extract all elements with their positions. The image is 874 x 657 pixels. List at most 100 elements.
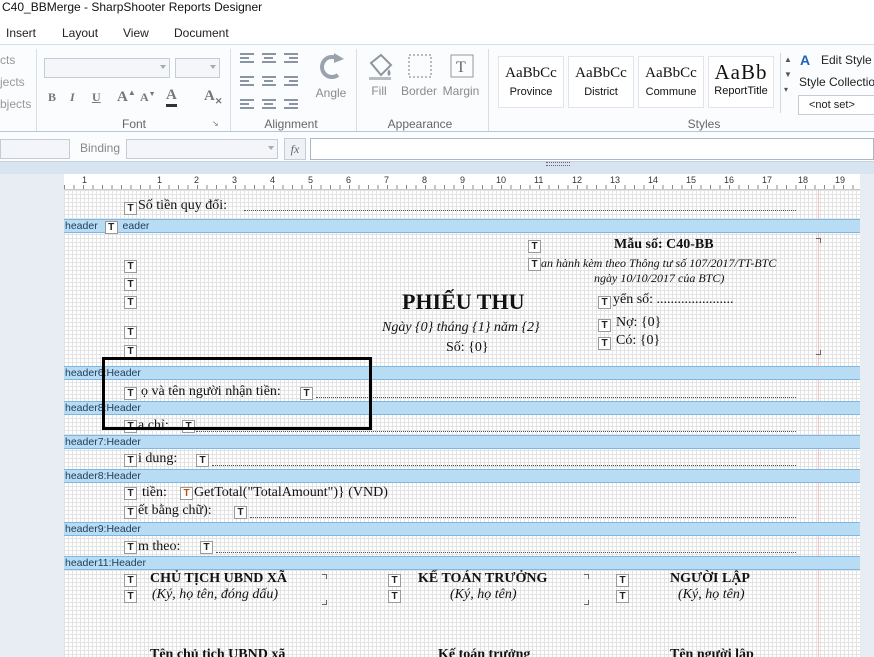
content-label[interactable]: i dung: — [138, 451, 177, 467]
align-bottom-right-icon[interactable] — [284, 99, 298, 111]
gallery-more-icon[interactable]: ▾ — [781, 85, 794, 94]
signature-accountant-title[interactable]: KẾ TOÁN TRƯỞNG — [418, 571, 547, 587]
textbox-marker[interactable]: T — [124, 278, 137, 291]
textbox-marker[interactable]: T — [124, 541, 137, 554]
textbox-marker[interactable]: T — [528, 258, 541, 271]
signature-preparer-title[interactable]: NGƯỜI LẬP — [670, 571, 750, 587]
textbox-marker[interactable]: T — [124, 454, 137, 467]
grow-font-icon[interactable]: A▲ — [117, 88, 136, 106]
band-header8-amount[interactable]: header8:Header — [64, 469, 860, 483]
in-words-label[interactable]: ết bằng chữ): — [138, 503, 212, 519]
textbox-marker[interactable]: T — [124, 202, 137, 215]
align-middle-center-icon[interactable] — [262, 76, 276, 88]
textbox-marker[interactable]: T — [598, 337, 611, 350]
signature-accountant-note[interactable]: (Ký, họ tên) — [450, 587, 516, 603]
ribbon-left-item-1[interactable]: cts — [0, 53, 15, 67]
textbox-marker[interactable]: T — [124, 487, 137, 500]
exchange-amount-label[interactable]: Số tiền quy đổi: — [138, 198, 227, 214]
date-line[interactable]: Ngày {0} tháng {1} năm {2} — [382, 320, 540, 336]
textbox-marker[interactable]: T — [598, 319, 611, 332]
gallery-up-icon[interactable]: ▲ — [781, 55, 794, 64]
attached-textbox[interactable]: T — [200, 541, 213, 554]
number-line[interactable]: Số: {0} — [446, 340, 489, 356]
textbox-marker[interactable]: T — [598, 296, 611, 309]
amount-expression[interactable]: GetTotal("TotalAmount")} (VND) — [194, 485, 388, 501]
band-header[interactable]: header T eader — [64, 219, 860, 234]
font-name-combo[interactable] — [44, 58, 170, 78]
style-report-title[interactable]: AaBb ReportTitle — [708, 56, 774, 108]
binding-combo[interactable] — [126, 139, 278, 159]
textbox-marker[interactable]: T — [124, 506, 137, 519]
accountant-name[interactable]: Kế toán trưởng — [438, 647, 530, 657]
align-top-center-icon[interactable] — [262, 53, 276, 65]
style-commune[interactable]: AaBbCc Commune — [638, 56, 704, 108]
fill-button[interactable]: Fill — [362, 51, 396, 98]
textbox-marker[interactable]: T — [124, 296, 137, 309]
style-district[interactable]: AaBbCc District — [568, 56, 634, 108]
gallery-down-icon[interactable]: ▼ — [781, 70, 794, 79]
menu-document[interactable]: Document — [174, 26, 229, 40]
fx-button[interactable]: fx — [284, 138, 306, 160]
style-collection-button[interactable]: Style Collection — [799, 75, 874, 89]
align-middle-left-icon[interactable] — [240, 76, 254, 88]
textbox-marker[interactable]: T — [124, 590, 137, 603]
splitter-grip[interactable] — [546, 162, 570, 166]
align-bottom-left-icon[interactable] — [240, 99, 254, 111]
clear-format-icon[interactable]: A✕ — [204, 88, 222, 107]
textbox-marker[interactable]: T — [528, 240, 541, 253]
border-button[interactable]: Border — [400, 51, 438, 98]
menu-layout[interactable]: Layout — [62, 26, 98, 40]
align-middle-right-icon[interactable] — [284, 76, 298, 88]
textbox-marker[interactable]: T — [124, 326, 137, 339]
italic-button[interactable]: I — [70, 90, 75, 105]
receipt-title[interactable]: PHIẾU THU — [402, 289, 524, 315]
dialog-launcher-icon[interactable]: ↘ — [212, 119, 219, 128]
preparer-name[interactable]: Tên người lập — [670, 647, 754, 657]
underline-button[interactable]: U — [92, 90, 101, 105]
band-header7[interactable]: header7:Header — [64, 435, 860, 449]
band-header9[interactable]: header9:Header — [64, 522, 860, 536]
signature-preparer-note[interactable]: (Ký, họ tên) — [678, 587, 744, 603]
appearance-group-label: Appearance — [387, 117, 453, 131]
textbox-marker[interactable]: T — [124, 260, 137, 273]
angle-button[interactable]: Angle — [312, 49, 350, 100]
textbox-marker[interactable]: T — [616, 590, 629, 603]
font-size-combo[interactable] — [175, 58, 220, 78]
object-combo[interactable] — [0, 139, 70, 159]
align-top-left-icon[interactable] — [240, 53, 254, 65]
formula-input[interactable] — [310, 138, 874, 160]
book-number[interactable]: yển số: ...................... — [613, 292, 734, 308]
debit-field[interactable]: Nợ: {0} — [616, 315, 661, 331]
bold-button[interactable]: B — [48, 90, 56, 105]
menu-view[interactable]: View — [123, 26, 149, 40]
expression-textbox[interactable]: T — [180, 487, 193, 500]
content-textbox[interactable]: T — [196, 454, 209, 467]
font-color-icon[interactable]: A — [166, 87, 177, 107]
textbox-marker[interactable]: T — [388, 590, 401, 603]
textbox-marker[interactable]: T — [388, 574, 401, 587]
textbox-marker[interactable]: T — [616, 574, 629, 587]
align-bottom-center-icon[interactable] — [262, 99, 276, 111]
style-select[interactable]: <not set> — [798, 95, 874, 115]
margin-button[interactable]: T Margin — [440, 51, 482, 98]
amount-label[interactable]: tiền: — [142, 485, 167, 501]
form-note-1[interactable]: an hành kèm theo Thông tư số 107/2017/TT… — [541, 256, 776, 271]
signature-chairman-title[interactable]: CHỦ TỊCH UBND XÃ — [150, 571, 287, 587]
in-words-textbox[interactable]: T — [234, 506, 247, 519]
form-note-2[interactable]: ngày 10/10/2017 của BTC) — [594, 271, 724, 286]
chairman-name[interactable]: Tên chủ tịch UBND xã — [150, 647, 285, 657]
gallery-scroll[interactable]: ▲ ▼ ▾ — [780, 53, 794, 113]
style-province[interactable]: AaBbCc Province — [498, 56, 564, 108]
attached-label[interactable]: m theo: — [138, 539, 180, 555]
edit-style-button[interactable]: Edit Style — [821, 53, 872, 67]
align-top-right-icon[interactable] — [284, 53, 298, 65]
textbox-marker[interactable]: T — [124, 574, 137, 587]
ribbon-left-item-2[interactable]: jects — [0, 75, 25, 89]
menu-insert[interactable]: Insert — [6, 26, 36, 40]
shrink-font-icon[interactable]: A▼ — [140, 90, 156, 105]
signature-chairman-note[interactable]: (Ký, họ tên, đóng dấu) — [152, 587, 278, 603]
band-header11[interactable]: header11:Header — [64, 556, 860, 570]
ribbon-left-item-3[interactable]: bjects — [0, 97, 31, 111]
form-code[interactable]: Mẫu số: C40-BB — [614, 237, 714, 253]
credit-field[interactable]: Có: {0} — [616, 333, 660, 349]
